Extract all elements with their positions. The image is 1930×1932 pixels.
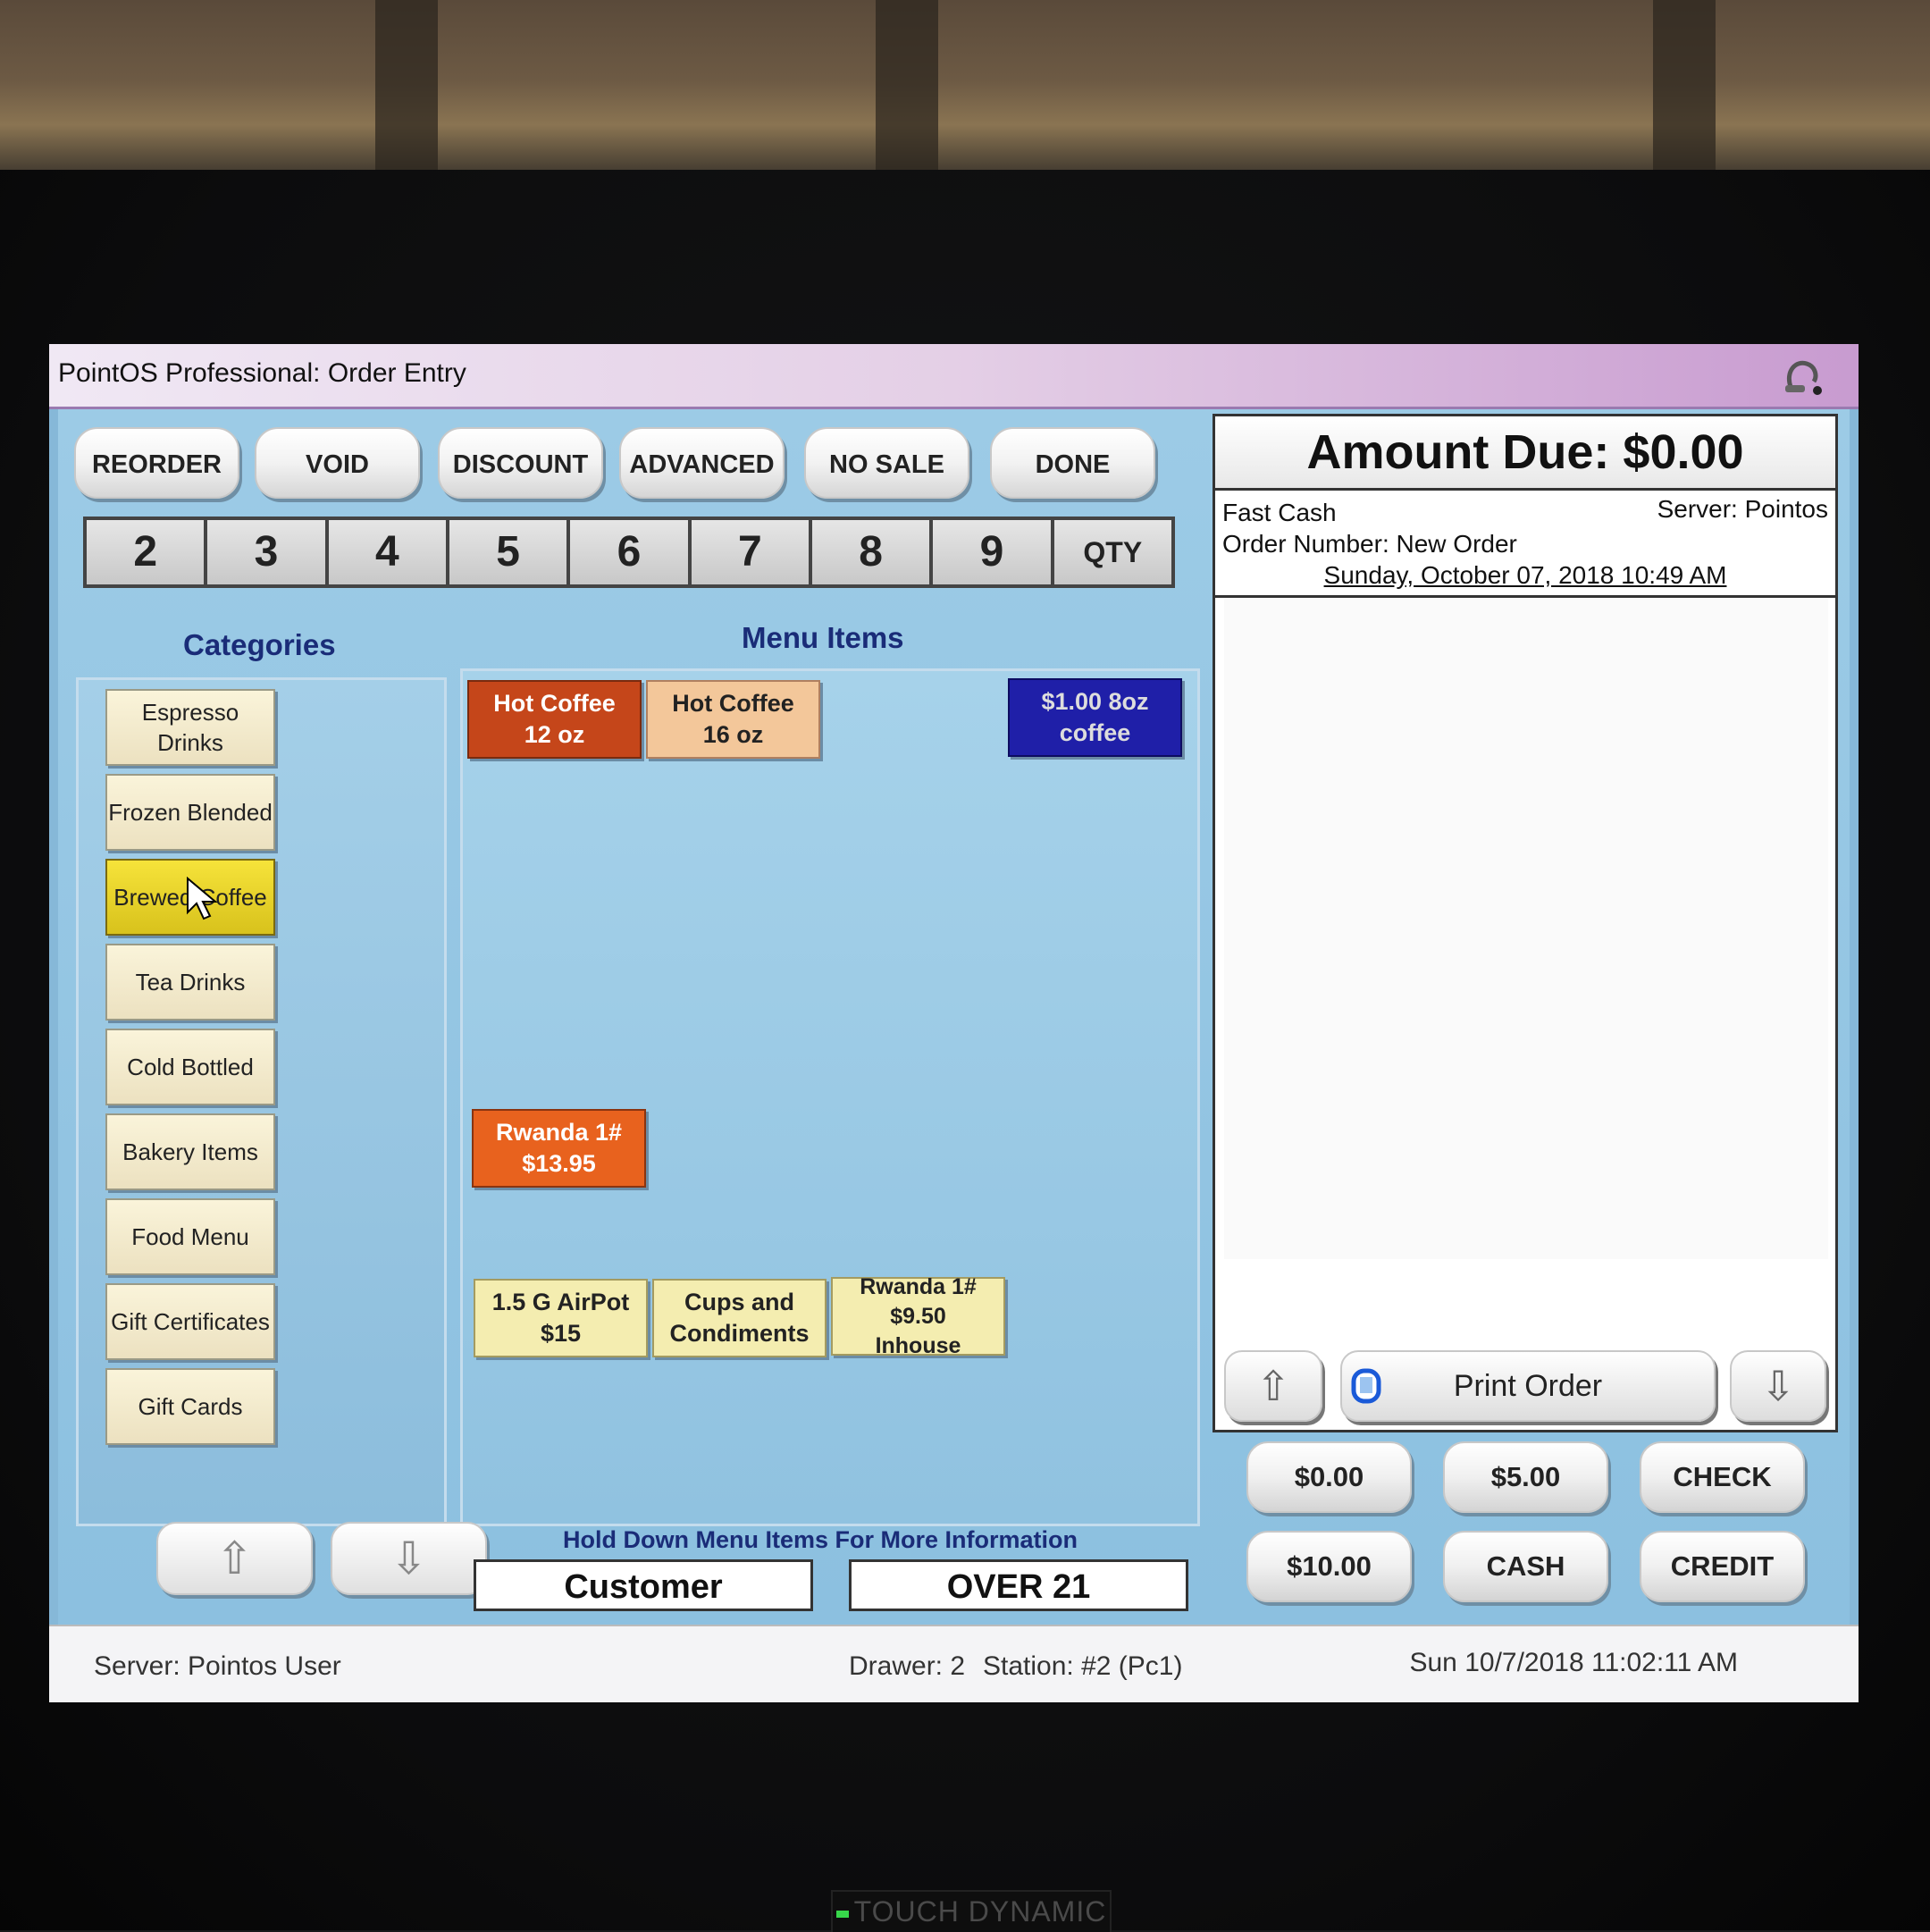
- category-gift-certificates[interactable]: Gift Certificates: [105, 1283, 275, 1360]
- menu-item-label: Hot Coffee 16 oz: [672, 690, 794, 748]
- advanced-button[interactable]: ADVANCED: [619, 427, 785, 499]
- category-gift-cards[interactable]: Gift Cards: [105, 1368, 275, 1445]
- categories-heading: Categories: [183, 628, 336, 661]
- print-icon: [1351, 1368, 1381, 1404]
- print-order-button[interactable]: Print Order: [1340, 1350, 1716, 1422]
- menu-item-label: 1.5 G AirPot $15: [491, 1289, 630, 1347]
- qty-key-2[interactable]: 2: [87, 520, 205, 584]
- power-led-icon: [835, 1910, 849, 1918]
- qty-key-7[interactable]: 7: [691, 520, 809, 584]
- category-tea-drinks[interactable]: Tea Drinks: [105, 944, 275, 1021]
- over-21-button[interactable]: OVER 21: [849, 1559, 1188, 1611]
- monitor-brand-label: TOUCH DYNAMIC: [831, 1890, 1112, 1932]
- categories-scroll-up-button[interactable]: ⇧: [156, 1522, 313, 1595]
- menu-item-rwanda-1lb-13-95[interactable]: Rwanda 1# $13.95: [472, 1109, 646, 1188]
- category-food-menu[interactable]: Food Menu: [105, 1198, 275, 1275]
- discount-button[interactable]: DISCOUNT: [438, 427, 603, 499]
- menu-items-heading: Menu Items: [742, 621, 904, 654]
- room-pillar: [375, 0, 438, 170]
- cash-0-button[interactable]: $0.00: [1246, 1441, 1412, 1513]
- faucet-icon[interactable]: [1778, 351, 1832, 401]
- categories-panel: Espresso Drinks Frozen Blended Brewed Co…: [76, 677, 447, 1526]
- qty-key-8[interactable]: 8: [811, 520, 930, 584]
- order-summary-panel: Amount Due: $0.00 Fast Cash Server: Poin…: [1213, 414, 1838, 1432]
- qty-key-3[interactable]: 3: [207, 520, 325, 584]
- arrow-down-icon: ⇩: [1760, 1363, 1796, 1409]
- menu-item-label: Cups and Condiments: [669, 1289, 810, 1347]
- menu-item-label: $1.00 8oz coffee: [1041, 688, 1149, 746]
- arrow-up-icon: ⇧: [215, 1533, 254, 1583]
- void-button[interactable]: VOID: [255, 427, 420, 499]
- order-server: Server: Pointos: [1657, 495, 1828, 523]
- reorder-button[interactable]: REORDER: [74, 427, 239, 499]
- menu-item-airpot[interactable]: 1.5 G AirPot $15: [474, 1279, 648, 1357]
- arrow-down-icon: ⇩: [390, 1533, 428, 1583]
- qty-key-4[interactable]: 4: [328, 520, 446, 584]
- arrow-up-icon: ⇧: [1255, 1363, 1291, 1409]
- menu-item-rwanda-1lb-inhouse[interactable]: Rwanda 1# $9.50 Inhouse: [831, 1274, 1005, 1358]
- brand-text: TOUCH DYNAMIC: [853, 1895, 1107, 1928]
- customer-button[interactable]: Customer: [474, 1559, 813, 1611]
- categories-scroll-down-button[interactable]: ⇩: [331, 1522, 487, 1595]
- order-entry-workarea: REORDER VOID DISCOUNT ADVANCED NO SALE D…: [58, 409, 1850, 1625]
- category-espresso-drinks[interactable]: Espresso Drinks: [105, 689, 275, 766]
- cash-10-button[interactable]: $10.00: [1246, 1531, 1412, 1602]
- order-scroll-down-button[interactable]: ⇩: [1730, 1350, 1826, 1422]
- window-title: PointOS Professional: Order Entry: [58, 358, 466, 388]
- cash-button[interactable]: CASH: [1443, 1531, 1608, 1602]
- amount-due: Amount Due: $0.00: [1215, 416, 1835, 491]
- status-bar: Server: Pointos User Drawer: 2 Station: …: [49, 1625, 1859, 1702]
- qty-key-5[interactable]: 5: [449, 520, 567, 584]
- order-number: Order Number: New Order: [1222, 530, 1517, 558]
- pos-screen: PointOS Professional: Order Entry REORDE…: [49, 344, 1859, 1702]
- done-button[interactable]: DONE: [990, 427, 1155, 499]
- qty-key-9[interactable]: 9: [933, 520, 1051, 584]
- order-line-items[interactable]: [1224, 598, 1828, 1259]
- menu-item-hot-coffee-12oz[interactable]: Hot Coffee 12 oz: [467, 680, 642, 759]
- qty-key-6[interactable]: 6: [570, 520, 688, 584]
- order-scroll-up-button[interactable]: ⇧: [1224, 1350, 1322, 1422]
- hold-down-hint: Hold Down Menu Items For More Informatio…: [563, 1526, 1078, 1553]
- order-navigation: ⇧ Print Order ⇩: [1224, 1350, 1828, 1426]
- no-sale-button[interactable]: NO SALE: [804, 427, 969, 499]
- mouse-cursor-icon: [187, 877, 218, 920]
- status-drawer: Drawer: 2: [849, 1651, 966, 1681]
- menu-items-panel: Hot Coffee 12 oz Hot Coffee 16 oz $1.00 …: [460, 668, 1200, 1526]
- room-pillar: [1653, 0, 1716, 170]
- category-cold-bottled[interactable]: Cold Bottled: [105, 1029, 275, 1105]
- print-order-label: Print Order: [1453, 1369, 1603, 1403]
- menu-item-1-dollar-8oz-coffee[interactable]: $1.00 8oz coffee: [1008, 678, 1182, 757]
- menu-item-label: Rwanda 1# $9.50 Inhouse: [860, 1273, 977, 1358]
- menu-item-hot-coffee-16oz[interactable]: Hot Coffee 16 oz: [646, 680, 820, 759]
- order-header: Fast Cash Server: Pointos Order Number: …: [1215, 490, 1835, 598]
- qty-button[interactable]: QTY: [1053, 520, 1171, 584]
- status-server: Server: Pointos User: [94, 1651, 341, 1681]
- order-date: Sunday, October 07, 2018 10:49 AM: [1323, 561, 1727, 589]
- category-frozen-blended[interactable]: Frozen Blended: [105, 774, 275, 851]
- cash-5-button[interactable]: $5.00: [1443, 1441, 1608, 1513]
- menu-item-label: Hot Coffee 12 oz: [493, 690, 616, 748]
- category-bakery-items[interactable]: Bakery Items: [105, 1113, 275, 1190]
- background-room-photo: [0, 0, 1930, 179]
- menu-item-label: Rwanda 1# $13.95: [495, 1119, 623, 1177]
- credit-button[interactable]: CREDIT: [1640, 1531, 1805, 1602]
- order-type: Fast Cash: [1222, 499, 1337, 526]
- quantity-keypad: 2 3 4 5 6 7 8 9 QTY: [83, 517, 1175, 588]
- status-station: Station: #2 (Pc1): [983, 1651, 1183, 1681]
- room-pillar: [876, 0, 938, 170]
- status-datetime: Sun 10/7/2018 11:02:11 AM: [1409, 1648, 1738, 1677]
- title-bar: PointOS Professional: Order Entry: [49, 344, 1859, 409]
- check-button[interactable]: CHECK: [1640, 1441, 1805, 1513]
- menu-item-cups-and-condiments[interactable]: Cups and Condiments: [652, 1279, 827, 1357]
